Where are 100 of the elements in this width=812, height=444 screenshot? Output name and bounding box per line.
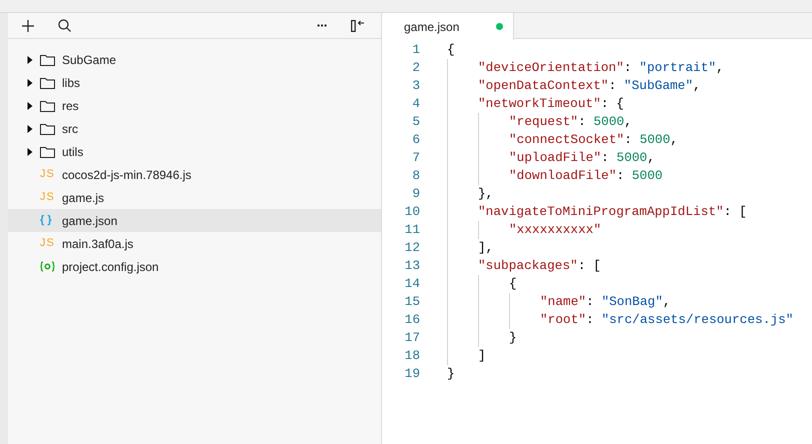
line-number: 17 (404, 329, 420, 348)
json-string: "SonBag" (601, 293, 663, 312)
line-number: 12 (404, 239, 420, 258)
json-number: 5000 (616, 149, 648, 168)
json-key: "root" (540, 310, 586, 330)
tree-item[interactable]: utils (8, 140, 381, 163)
json-number: 5000 (593, 113, 624, 132)
caret-right-icon[interactable] (27, 102, 33, 110)
json-punctuation: : (601, 149, 610, 168)
json-key: "openDataContext" (478, 76, 609, 96)
file-name: src (62, 120, 78, 138)
file-name: res (62, 98, 79, 114)
json-key: "deviceOrientation" (478, 58, 624, 78)
line-number: 10 (404, 203, 420, 222)
file-name: cocos2d-js-min.78946.js (62, 166, 192, 184)
tree-item[interactable]: res (8, 94, 381, 117)
json-key: "name" (540, 292, 586, 312)
js-file-icon: JS (40, 238, 55, 249)
line-number: 4 (411, 95, 420, 114)
file-name: project.config.json (62, 258, 159, 276)
json-punctuation: { (509, 275, 517, 294)
json-string: "SubGame" (624, 77, 694, 96)
file-name: SubGame (62, 52, 116, 68)
line-number: 13 (404, 257, 420, 276)
folder-icon (40, 54, 55, 66)
json-punctuation: : [ (724, 203, 747, 222)
search-icon[interactable] (58, 19, 71, 32)
file-name: game.json (62, 212, 118, 230)
json-string: "src/assets/resources.js" (601, 311, 794, 330)
json-punctuation: : (608, 77, 618, 96)
json-punctuation: : (624, 59, 633, 78)
tree-item[interactable]: JS game.js (8, 186, 381, 209)
file-name: utils (62, 144, 84, 160)
folder-icon (40, 76, 55, 88)
line-number: 7 (411, 149, 420, 168)
line-number: 16 (404, 311, 420, 330)
line-number: 2 (411, 59, 420, 78)
json-punctuation: ] (478, 347, 486, 366)
json-punctuation: , (662, 293, 671, 312)
line-number: 9 (411, 185, 420, 204)
more-icon[interactable] (317, 24, 327, 27)
json-punctuation: { (447, 41, 455, 60)
braces-icon: { } (40, 215, 55, 226)
caret-right-icon[interactable] (27, 148, 33, 156)
line-number: 18 (404, 347, 420, 366)
line-number: 15 (404, 293, 420, 312)
tree-item[interactable]: src (8, 117, 381, 140)
json-punctuation: : (586, 311, 595, 330)
json-punctuation: } (447, 365, 455, 384)
json-punctuation: , (670, 131, 678, 150)
line-number: 8 (411, 167, 420, 186)
json-key: "xxxxxxxxxx" (509, 220, 602, 240)
caret-right-icon[interactable] (27, 78, 33, 86)
tree-item[interactable]: libs (8, 71, 381, 94)
gear-braces-icon (40, 261, 55, 272)
line-number: 14 (404, 275, 420, 294)
json-punctuation: , (693, 77, 701, 96)
json-punctuation: , (647, 149, 655, 168)
plus-icon[interactable] (22, 20, 34, 32)
folder-icon (40, 146, 55, 158)
editor-tab[interactable]: game.json (382, 13, 514, 40)
json-punctuation: , (716, 59, 724, 78)
collapse-panel-icon[interactable] (351, 20, 365, 32)
json-punctuation: : (624, 131, 633, 150)
tree-item[interactable]: { } game.json (8, 209, 381, 232)
line-number: 19 (404, 365, 420, 384)
json-punctuation: }, (478, 185, 494, 204)
line-number: 3 (411, 77, 420, 96)
json-number: 5000 (632, 167, 663, 186)
tree-item[interactable]: JS main.3af0a.js (8, 232, 381, 255)
json-punctuation: } (509, 329, 517, 348)
file-name: main.3af0a.js (62, 236, 134, 252)
js-file-icon: JS (40, 169, 55, 180)
json-punctuation: ], (478, 239, 494, 258)
tree-item[interactable]: JS cocos2d-js-min.78946.js (8, 163, 381, 186)
line-number: 6 (411, 131, 420, 150)
json-key: "navigateToMiniProgramAppIdList" (478, 202, 724, 222)
line-number: 1 (411, 41, 420, 60)
tree-item[interactable]: SubGame (8, 48, 381, 71)
folder-icon (40, 100, 55, 112)
json-punctuation: : (578, 113, 587, 132)
line-number: 5 (411, 113, 420, 132)
json-string: "portrait" (639, 59, 716, 78)
js-file-icon: JS (40, 192, 55, 203)
line-number: 11 (404, 221, 420, 240)
json-punctuation: : (616, 167, 626, 186)
json-punctuation: : [ (578, 257, 601, 276)
tree-item[interactable]: project.config.json (8, 255, 381, 278)
caret-right-icon[interactable] (27, 56, 33, 64)
file-name: game.js (62, 190, 104, 206)
folder-icon (40, 122, 55, 134)
caret-right-icon[interactable] (27, 124, 33, 132)
json-key: "downloadFile" (509, 166, 617, 186)
json-punctuation: : { (600, 95, 624, 114)
json-punctuation: , (624, 113, 632, 132)
json-key: "connectSocket" (509, 130, 624, 150)
json-key: "request" (509, 112, 578, 132)
json-key: "uploadFile" (509, 148, 602, 168)
file-name: libs (62, 74, 80, 92)
json-number: 5000 (640, 131, 670, 150)
